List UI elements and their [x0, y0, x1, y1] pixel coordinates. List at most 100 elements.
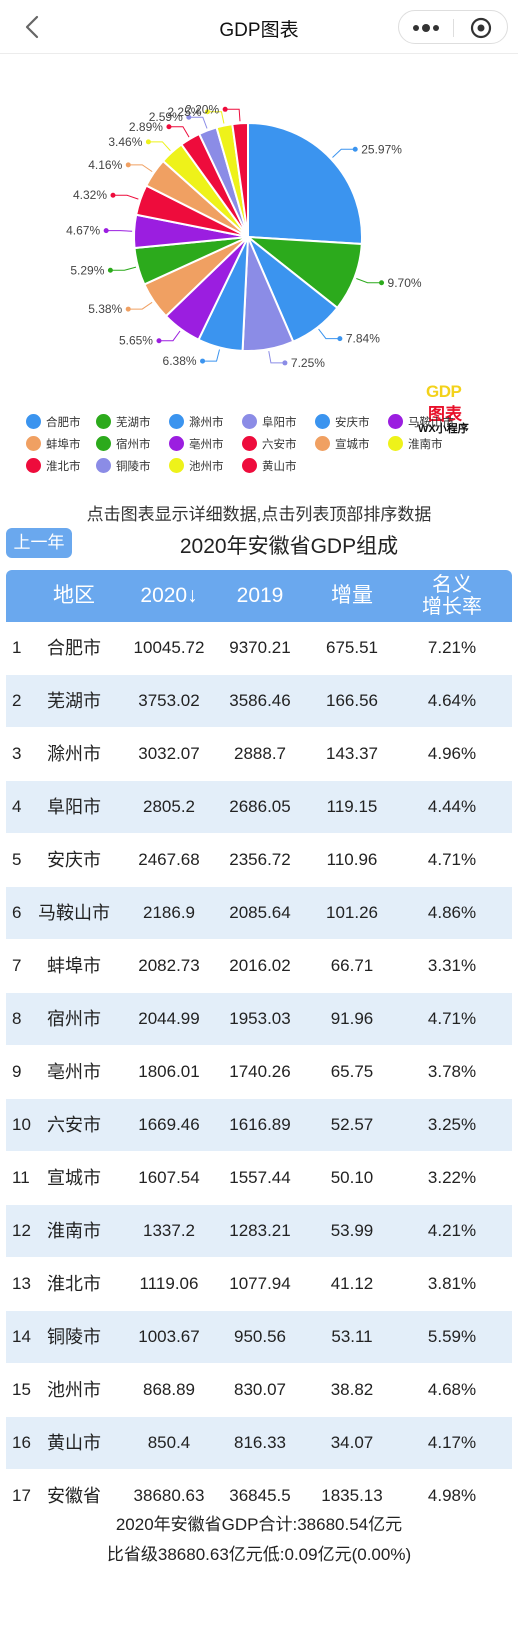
- pie-label-line: [148, 141, 171, 152]
- cell-2019: 1557.44: [229, 1168, 291, 1187]
- cell-index: 1: [12, 638, 22, 657]
- top-bar: GDP图表: [0, 0, 518, 54]
- logo-line-1: GDP: [426, 382, 462, 401]
- pie-label-dot: [125, 306, 131, 312]
- cell-2020: 2186.9: [143, 903, 195, 922]
- more-dots-icon: [413, 24, 439, 32]
- cell-increase: 119.15: [326, 797, 378, 816]
- header-growth-rate[interactable]: 名义 增长率: [402, 570, 502, 622]
- table-row[interactable]: 16 黄山市 850.4 816.33 34.07 4.17%: [6, 1417, 512, 1469]
- table-row[interactable]: 2 芜湖市 3753.02 3586.46 166.56 4.64%: [6, 675, 512, 727]
- cell-growth-rate: 4.96%: [427, 744, 477, 763]
- cell-increase: 52.57: [330, 1115, 374, 1134]
- cell-increase: 34.07: [330, 1433, 374, 1452]
- cell-growth-rate: 4.71%: [427, 1009, 477, 1028]
- pie-data-label: 4.32%: [73, 188, 107, 202]
- table-row[interactable]: 13 淮北市 1119.06 1077.94 41.12 3.81%: [6, 1258, 512, 1310]
- cell-region: 池州市: [47, 1380, 101, 1400]
- table-row[interactable]: 8 宿州市 2044.99 1953.03 91.96 4.71%: [6, 993, 512, 1045]
- pie-data-label: 4.16%: [88, 158, 122, 172]
- header-region[interactable]: 地区: [34, 570, 114, 622]
- cell-region: 滁州市: [47, 744, 101, 764]
- legend-label: 六安市: [262, 439, 297, 451]
- header-2020[interactable]: 2020↓: [124, 570, 214, 622]
- cell-index: 10: [12, 1115, 31, 1134]
- cell-increase: 91.96: [330, 1009, 374, 1028]
- table-row[interactable]: 9 亳州市 1806.01 1740.26 65.75 3.78%: [6, 1046, 512, 1098]
- table-row[interactable]: 11 宣城市 1607.54 1557.44 50.10 3.22%: [6, 1152, 512, 1204]
- header-2019[interactable]: 2019: [216, 570, 304, 622]
- pie-label-dot: [282, 360, 288, 366]
- pie-data-label: 6.38%: [163, 354, 197, 368]
- summary-difference: 比省级38680.63亿元低:0.09亿元(0.00%): [106, 1545, 412, 1564]
- legend-label: 淮南市: [408, 439, 443, 451]
- legend-color-dot: [26, 436, 41, 451]
- pie-label-line: [106, 230, 133, 232]
- cell-2019: 1740.26: [229, 1062, 291, 1081]
- pie-label-line: [318, 328, 340, 340]
- table-row[interactable]: 15 池州市 868.89 830.07 38.82 4.68%: [6, 1364, 512, 1416]
- more-button[interactable]: [399, 11, 453, 45]
- pie-label-line: [128, 164, 153, 173]
- cell-increase: 101.26: [326, 903, 378, 922]
- header-growth-rate-line1: 名义: [432, 574, 472, 596]
- pie-slice[interactable]: [247, 121, 363, 246]
- cell-index: 5: [12, 850, 22, 869]
- cell-region: 安庆市: [47, 850, 101, 870]
- pie-label-dot: [125, 162, 131, 168]
- cell-2020: 1806.01: [138, 1062, 200, 1081]
- legend-label: 安庆市: [335, 417, 370, 429]
- pie-label-line: [332, 148, 356, 158]
- legend-color-dot: [388, 436, 403, 451]
- cell-index: 9: [12, 1062, 22, 1081]
- table-row[interactable]: 7 蚌埠市 2082.73 2016.02 66.71 3.31%: [6, 940, 512, 992]
- cell-2019: 2686.05: [229, 797, 291, 816]
- table-row[interactable]: 6 马鞍山市 2186.9 2085.64 101.26 4.86%: [6, 887, 512, 939]
- cell-increase: 66.71: [330, 956, 374, 975]
- pie-label-line: [202, 349, 220, 362]
- pie-label-dot: [110, 192, 116, 198]
- table-row[interactable]: 4 阜阳市 2805.2 2686.05 119.15 4.44%: [6, 781, 512, 833]
- pie-svg[interactable]: 25.97% 9.70% 7.84% 7.25% 6.38% 5.65% 5.38% 5.29…: [0, 54, 518, 400]
- cell-index: 11: [12, 1168, 30, 1187]
- header-increase[interactable]: 增量: [310, 570, 394, 622]
- table-row[interactable]: 1 合肥市 10045.72 9370.21 675.51 7.21%: [6, 622, 512, 674]
- pie-label-dot: [379, 280, 385, 286]
- cell-increase: 166.56: [326, 691, 378, 710]
- cell-index: 15: [12, 1380, 31, 1399]
- pie-label-line: [356, 278, 382, 284]
- cell-index: 3: [12, 744, 22, 763]
- table-row[interactable]: 5 安庆市 2467.68 2356.72 110.96 4.71%: [6, 834, 512, 886]
- cell-2020: 10045.72: [133, 638, 205, 657]
- cell-index: 16: [12, 1433, 31, 1452]
- pie-label-line: [225, 108, 241, 122]
- legend-color-dot: [96, 458, 111, 473]
- close-button[interactable]: [454, 11, 508, 45]
- pie-label-line: [128, 301, 153, 310]
- cell-2019: 2085.64: [229, 903, 291, 922]
- legend-color-dot: [388, 414, 403, 429]
- cell-region: 蚌埠市: [47, 956, 101, 976]
- cell-region: 铜陵市: [47, 1327, 101, 1347]
- target-close-icon: [470, 17, 492, 39]
- summary-total: 2020年安徽省GDP合计:38680.54亿元: [115, 1515, 403, 1534]
- cell-region: 宿州市: [47, 1009, 101, 1029]
- cell-growth-rate: 3.25%: [427, 1115, 477, 1134]
- gdp-pie-chart[interactable]: 25.97% 9.70% 7.84% 7.25% 6.38% 5.65% 5.38% 5.29…: [0, 54, 518, 435]
- cell-growth-rate: 3.78%: [427, 1062, 477, 1081]
- cell-index: 6: [12, 903, 22, 922]
- cell-increase: 143.37: [326, 744, 378, 763]
- cell-increase: 50.10: [330, 1168, 374, 1187]
- cell-2019: 830.07: [234, 1380, 286, 1399]
- pie-label-line: [188, 116, 208, 129]
- cell-growth-rate: 4.68%: [427, 1380, 477, 1399]
- legend-color-dot: [96, 436, 111, 451]
- table-row[interactable]: 12 淮南市 1337.2 1283.21 53.99 4.21%: [6, 1205, 512, 1257]
- pie-data-label: 2.20%: [185, 102, 219, 116]
- table-row[interactable]: 10 六安市 1669.46 1616.89 52.57 3.25%: [6, 1099, 512, 1151]
- table-row[interactable]: 14 铜陵市 1003.67 950.56 53.11 5.59%: [6, 1311, 512, 1363]
- table-row[interactable]: 3 滁州市 3032.07 2888.7 143.37 4.96%: [6, 728, 512, 780]
- cell-increase: 110.96: [326, 850, 378, 869]
- cell-growth-rate: 4.44%: [427, 797, 477, 816]
- cell-2020: 3032.07: [138, 744, 200, 763]
